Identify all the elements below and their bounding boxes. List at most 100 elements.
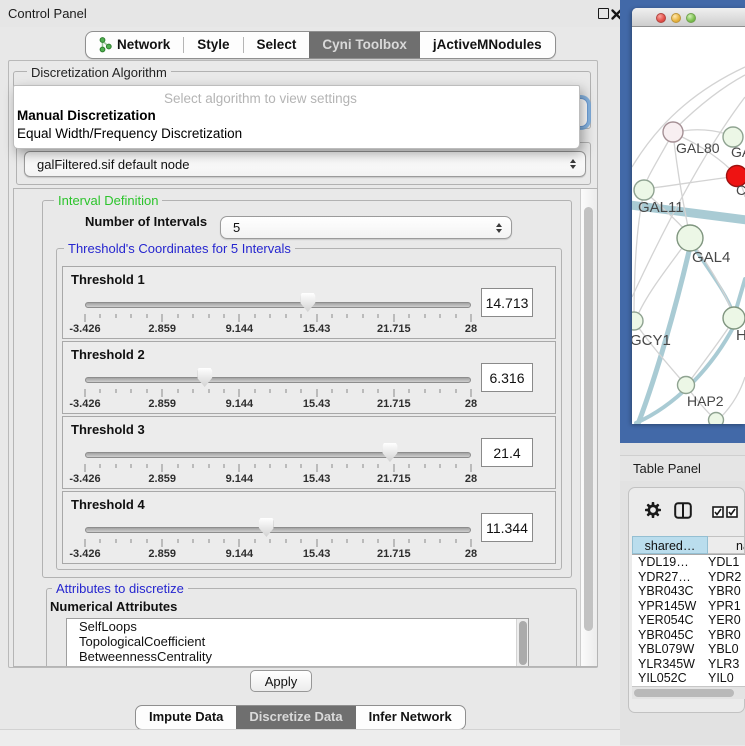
number-of-intervals-value: 5 xyxy=(221,220,496,235)
number-of-intervals-label: Number of Intervals xyxy=(85,214,207,229)
table-row[interactable]: YER054CYER0 xyxy=(632,613,745,628)
apply-button[interactable]: Apply xyxy=(250,670,312,692)
table-cell: YBR0 xyxy=(708,628,745,643)
slider-thumb[interactable] xyxy=(259,518,274,537)
settings-scrollbar-thumb[interactable] xyxy=(584,207,593,631)
node-label: GCY1 xyxy=(632,332,671,349)
node-label: GAL80 xyxy=(676,140,720,156)
slider-thumb[interactable] xyxy=(382,443,397,462)
table-row[interactable]: YBL079WYBL0 xyxy=(632,642,745,657)
network-node-gal11[interactable] xyxy=(634,180,654,200)
column-header-2[interactable]: na xyxy=(708,536,745,554)
number-of-intervals-spinner[interactable]: 5 xyxy=(220,216,512,239)
network-node-gcy1[interactable] xyxy=(632,312,643,330)
table-cell: YIL052C xyxy=(632,671,708,686)
panel-title: Control Panel xyxy=(8,6,87,21)
table-cell: YDL1 xyxy=(708,555,745,570)
threshold-value-field[interactable]: 6.316 xyxy=(481,363,533,392)
threshold-panel-4: Threshold 4-3.4262.8599.14415.4321.71528… xyxy=(62,491,556,564)
slider-tick-labels: -3.4262.8599.14415.4321.71528 xyxy=(85,398,471,410)
table-cell: YBR0 xyxy=(708,584,745,599)
split-view-icon[interactable] xyxy=(674,502,692,524)
settings-scrollbar[interactable] xyxy=(580,189,597,666)
network-canvas[interactable]: GAL80GACGAL11GAL4GCY1HHAP2 xyxy=(632,27,745,424)
table-row[interactable]: YDL19…YDL1 xyxy=(632,555,745,570)
slider-thumb[interactable] xyxy=(197,368,212,387)
table-row[interactable]: YLR345WYLR3 xyxy=(632,657,745,672)
attributes-group-label: Attributes to discretize xyxy=(52,582,188,595)
dropdown-option-equal-width-frequency-discretization[interactable]: Equal Width/Frequency Discretization xyxy=(14,125,579,143)
control-panel-title-bar: Control Panel xyxy=(0,0,620,27)
algorithm-dropdown-options: Manual DiscretizationEqual Width/Frequen… xyxy=(14,107,579,142)
slider-thumb[interactable] xyxy=(300,293,315,312)
slider-ticks xyxy=(85,464,471,472)
tab-cyni-toolbox[interactable]: Cyni Toolbox xyxy=(309,32,420,58)
checkbox-checked-icon[interactable] xyxy=(726,505,738,523)
threshold-panel-2: Threshold 2 -3.4262.8599.14415.4321.71528… xyxy=(62,341,556,414)
gear-icon[interactable] xyxy=(645,502,661,523)
table-data-combobox[interactable]: galFiltered.sif default node xyxy=(24,151,586,177)
threshold-title: Threshold 2 xyxy=(71,347,145,362)
network-node-h[interactable] xyxy=(723,307,745,329)
table-cell: YBL0 xyxy=(708,642,745,657)
slider-tick-labels: -3.4262.8599.14415.4321.71528 xyxy=(85,548,471,560)
network-window-titlebar[interactable] xyxy=(632,8,745,27)
checkbox-checked-icon[interactable] xyxy=(712,505,724,523)
table-row[interactable]: YIL052CYIL0 xyxy=(632,671,745,686)
network-node-gal80[interactable] xyxy=(663,122,683,142)
node-label: HAP2 xyxy=(687,393,724,409)
bottom-strip xyxy=(0,729,620,746)
minimize-window-icon[interactable] xyxy=(671,13,681,23)
discretization-algorithm-label: Discretization Algorithm xyxy=(27,66,171,79)
close-window-icon[interactable] xyxy=(656,13,666,23)
threshold-title: Threshold 3 xyxy=(71,422,145,437)
tab-select[interactable]: Select xyxy=(244,32,310,58)
numerical-attributes-list[interactable]: SelfLoopsTopologicalCoefficientBetweenne… xyxy=(66,618,529,666)
table-cell: YBR043C xyxy=(632,584,708,599)
slider-tick-labels: -3.4262.8599.14415.4321.71528 xyxy=(85,473,471,485)
table-row[interactable]: YBR043CYBR0 xyxy=(632,584,745,599)
tab-jactivemnodules[interactable]: jActiveMNodules xyxy=(420,32,555,58)
table-cell: YER054C xyxy=(632,613,708,628)
network-node-hap2[interactable] xyxy=(678,377,695,394)
stepper-arrows-icon xyxy=(570,159,576,169)
threshold-value-field[interactable]: 21.4 xyxy=(481,438,533,467)
table-hscrollbar-thumb[interactable] xyxy=(634,689,734,697)
interval-definition-label: Interval Definition xyxy=(54,194,162,207)
network-node-gal4[interactable] xyxy=(677,225,703,251)
tab-impute-data[interactable]: Impute Data xyxy=(136,706,236,729)
threshold-value-field[interactable]: 14.713 xyxy=(481,288,533,317)
table-body: YDL19…YDL1YDR27…YDR2YBR043CYBR0YPR145WYP… xyxy=(632,555,745,686)
float-window-icon[interactable] xyxy=(598,8,609,19)
slider-rail xyxy=(85,293,471,313)
threshold-panel-3: Threshold 3 -3.4262.8599.14415.4321.71528… xyxy=(62,416,556,489)
attribute-item-selfloops[interactable]: SelfLoops xyxy=(67,619,528,634)
table-row[interactable]: YBR045CYBR0 xyxy=(632,628,745,643)
column-header-1[interactable]: shared… xyxy=(632,536,708,554)
table-cell: YER0 xyxy=(708,613,745,628)
table-cell: YBL079W xyxy=(632,642,708,657)
table-hscrollbar[interactable] xyxy=(632,686,745,699)
node-label: C xyxy=(736,182,745,198)
slider-ticks xyxy=(85,389,471,397)
tab-label: Style xyxy=(197,33,229,57)
dropdown-option-manual-discretization[interactable]: Manual Discretization xyxy=(14,107,579,125)
numerical-attributes-label: Numerical Attributes xyxy=(50,599,177,614)
threshold-value-field[interactable]: 11.344 xyxy=(481,513,533,542)
attribute-item-topologicalcoefficient[interactable]: TopologicalCoefficient xyxy=(67,634,528,649)
tab-style[interactable]: Style xyxy=(184,32,242,58)
zoom-window-icon[interactable] xyxy=(686,13,696,23)
tab-label: jActiveMNodules xyxy=(433,33,542,57)
network-node[interactable] xyxy=(709,413,724,425)
attribute-item-betweennesscentrality[interactable]: BetweennessCentrality xyxy=(67,649,528,664)
tab-infer-network[interactable]: Infer Network xyxy=(356,706,465,729)
list-scrollbar-thumb[interactable] xyxy=(519,621,527,665)
table-row[interactable]: YDR27…YDR2 xyxy=(632,570,745,585)
list-scrollbar[interactable] xyxy=(516,619,528,666)
tab-network[interactable]: Network xyxy=(86,32,183,58)
tab-discretize-data[interactable]: Discretize Data xyxy=(236,706,355,729)
table-cell: YDR2 xyxy=(708,570,745,585)
table-row[interactable]: YPR145WYPR1 xyxy=(632,599,745,614)
network-view-window: GAL80GACGAL11GAL4GCY1HHAP2 xyxy=(632,8,745,424)
slider-ticks xyxy=(85,314,471,322)
